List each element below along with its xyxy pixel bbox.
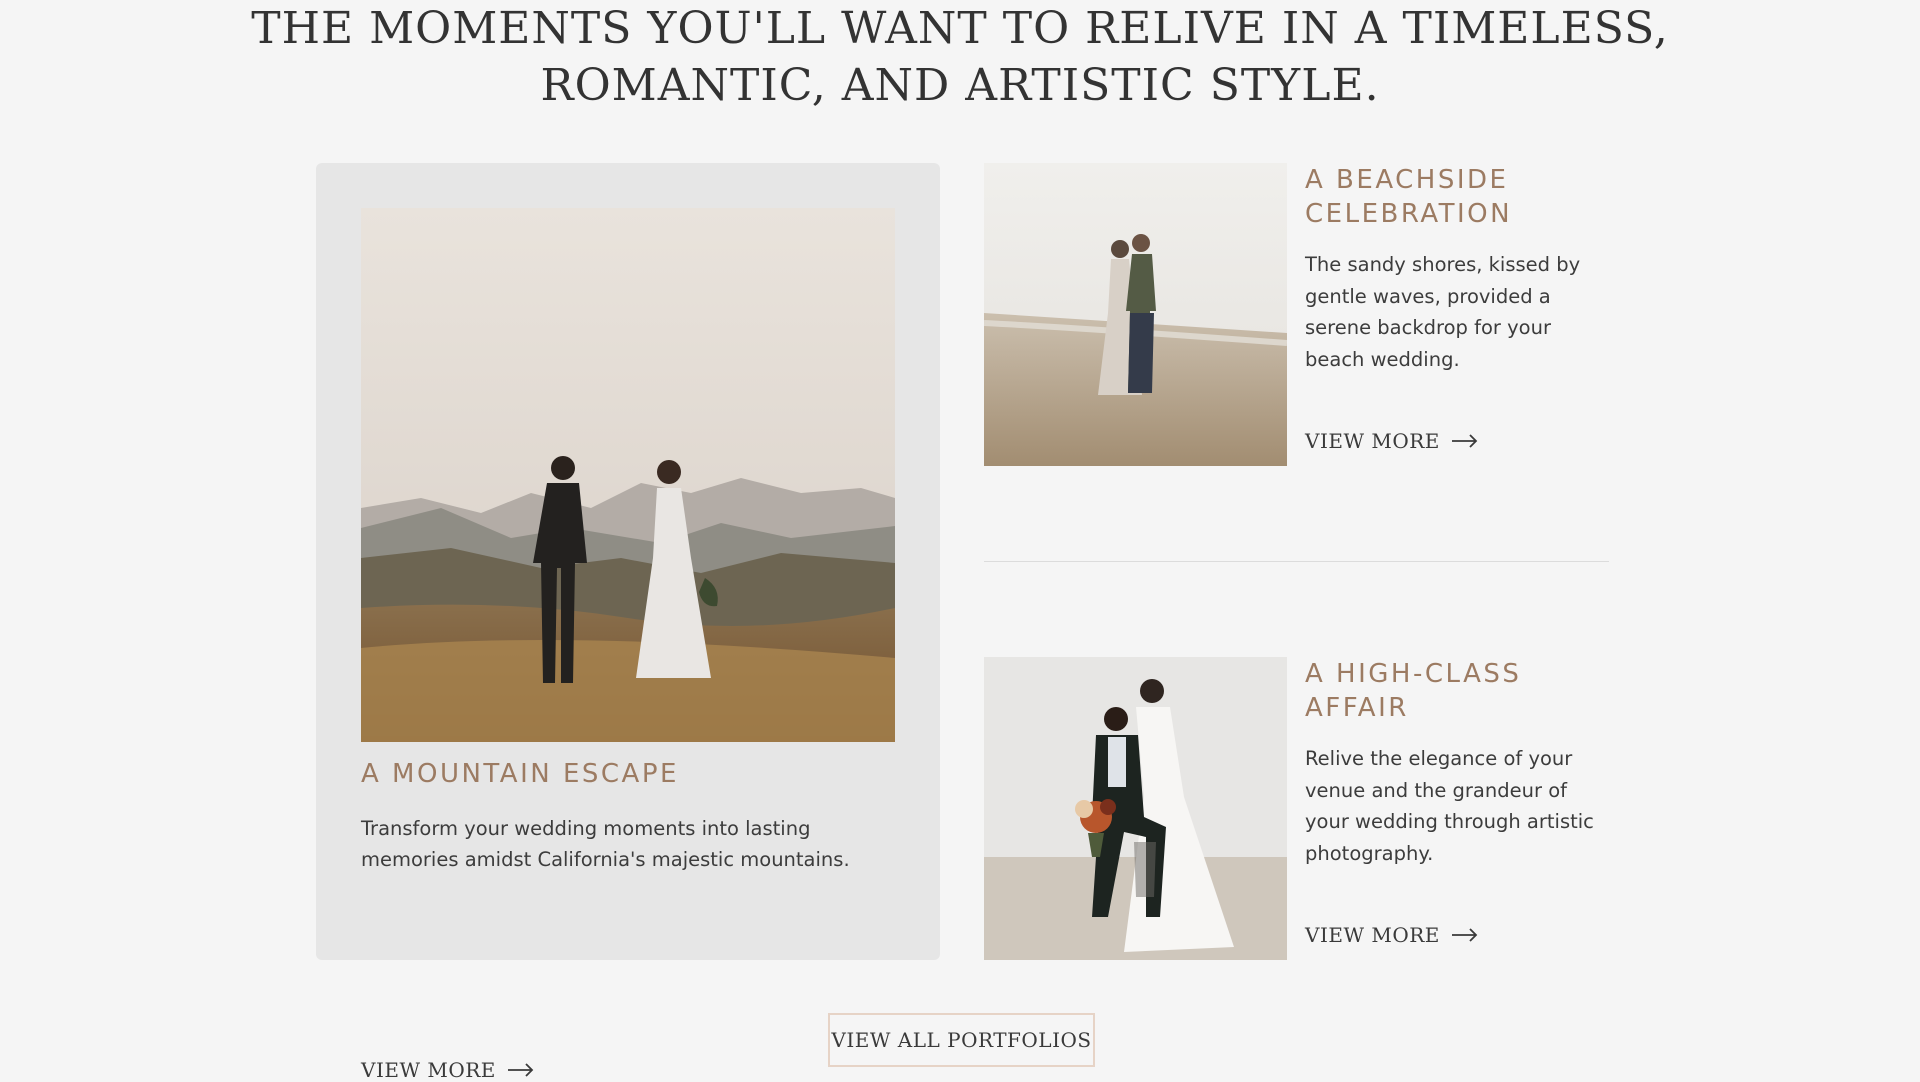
headline-line-2: ROMANTIC, AND ARTISTIC STYLE. [540,60,1380,111]
beachside-view-more-link[interactable]: VIEW MORE [1305,429,1478,453]
view-more-label: VIEW MORE [361,1058,496,1082]
portfolio-item-beachside: A BEACHSIDE CELEBRATION The sandy shores… [984,163,1609,466]
section-headline: THE MOMENTS YOU'LL WANT TO RELIVE IN A T… [0,0,1920,114]
featured-description: Transform your wedding moments into last… [361,817,850,871]
section-divider [984,561,1609,562]
featured-portfolio-card: A MOUNTAIN ESCAPE Transform your wedding… [316,163,940,1082]
arrow-right-icon [507,1063,534,1077]
seated-couple-photo[interactable] [984,657,1287,960]
view-more-label: VIEW MORE [1305,429,1440,453]
arrow-right-icon [1451,928,1478,942]
view-all-portfolios-button[interactable]: VIEW ALL PORTFOLIOS [828,1013,1095,1067]
view-more-label: VIEW MORE [1305,923,1440,947]
high-class-description: Relive the elegance of your venue and th… [1305,747,1594,865]
mountain-couple-photo[interactable] [361,208,895,742]
headline-line-1: THE MOMENTS YOU'LL WANT TO RELIVE IN A T… [251,3,1669,54]
featured-view-more-link[interactable]: VIEW MORE [361,1058,534,1082]
beachside-description: The sandy shores, kissed by gentle waves… [1305,253,1581,371]
beach-couple-photo[interactable] [984,163,1287,466]
high-class-title: A HIGH-CLASS AFFAIR [1305,659,1522,723]
portfolio-item-high-class: A HIGH-CLASS AFFAIR Relive the elegance … [984,657,1609,960]
beachside-title: A BEACHSIDE CELEBRATION [1305,165,1513,229]
high-class-view-more-link[interactable]: VIEW MORE [1305,923,1478,947]
arrow-right-icon [1451,434,1478,448]
featured-title: A MOUNTAIN ESCAPE [361,759,679,789]
